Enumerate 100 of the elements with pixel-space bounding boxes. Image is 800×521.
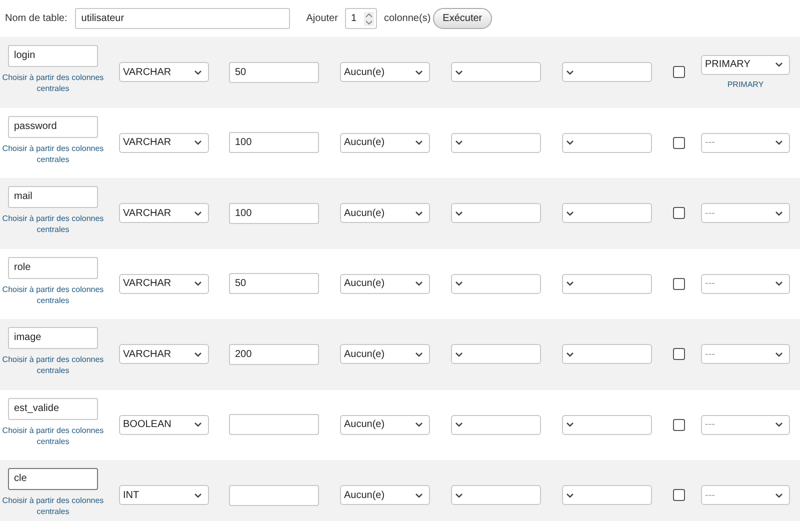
length-field[interactable]: 50 (229, 273, 319, 294)
attributes-dropdown[interactable] (562, 132, 652, 153)
length-field[interactable] (229, 414, 319, 436)
collation-dropdown[interactable] (451, 62, 541, 82)
central-columns-link[interactable]: Choisir à partir des colonnes centrales (0, 142, 106, 164)
central-columns-link[interactable]: Choisir à partir des colonnes centrales (0, 213, 106, 235)
collation-dropdown[interactable] (451, 203, 541, 224)
chevron-icon (194, 210, 202, 216)
table-name-label: Nom de table: (5, 13, 68, 24)
type-dropdown[interactable]: INT (119, 485, 209, 506)
length-field[interactable]: 50 (229, 62, 319, 83)
chevron-icon (566, 140, 574, 146)
collation-dropdown[interactable] (451, 344, 541, 364)
chevron-icon (775, 140, 783, 146)
type-dropdown[interactable]: VARCHAR (119, 344, 209, 364)
attributes-dropdown[interactable] (562, 414, 652, 435)
collation-dropdown[interactable] (451, 132, 541, 153)
chevron-icon (194, 422, 202, 428)
central-columns-link[interactable]: Choisir à partir des colonnes centrales (0, 495, 106, 517)
spinner-icon[interactable] (364, 12, 374, 26)
attributes-dropdown[interactable] (562, 274, 652, 294)
type-dropdown[interactable]: VARCHAR (119, 62, 209, 82)
chevron-icon (455, 210, 463, 216)
default-dropdown[interactable]: Aucun(e) (340, 203, 430, 224)
chevron-icon (415, 492, 423, 498)
null-checkbox[interactable] (673, 489, 685, 502)
chevron-icon (415, 210, 423, 216)
default-dropdown[interactable]: Aucun(e) (340, 485, 430, 506)
central-columns-link[interactable]: Choisir à partir des colonnes centrales (0, 72, 106, 94)
collation-dropdown[interactable] (451, 274, 541, 294)
chevron-icon (415, 352, 423, 357)
chevron-icon (194, 352, 202, 357)
chevron-icon (194, 492, 202, 498)
chevron-icon (566, 281, 574, 286)
chevron-icon (194, 281, 202, 286)
default-dropdown[interactable]: Aucun(e) (340, 62, 430, 82)
chevron-icon (775, 281, 783, 286)
attributes-dropdown[interactable] (562, 485, 652, 506)
length-field[interactable]: 100 (229, 202, 319, 224)
chevron-icon (775, 352, 783, 357)
central-columns-link[interactable]: Choisir à partir des colonnes centrales (0, 354, 106, 376)
chevron-icon (455, 352, 463, 357)
type-dropdown[interactable]: VARCHAR (119, 274, 209, 294)
null-checkbox[interactable] (673, 136, 685, 149)
table-name-field[interactable]: utilisateur (75, 8, 290, 29)
chevron-icon (775, 492, 783, 498)
null-checkbox[interactable] (673, 207, 685, 220)
column-name-field[interactable]: image (8, 327, 98, 349)
index-dropdown[interactable]: PRIMARY (701, 54, 790, 75)
chevron-icon (415, 281, 423, 286)
column-name-field[interactable]: password (8, 116, 98, 138)
collation-dropdown[interactable] (451, 485, 541, 506)
column-name-field[interactable]: login (8, 45, 98, 67)
type-dropdown[interactable]: VARCHAR (119, 203, 209, 224)
null-checkbox[interactable] (673, 418, 685, 431)
index-link[interactable]: PRIMARY (727, 78, 764, 90)
column-name-field[interactable]: mail (8, 186, 98, 208)
column-count-field[interactable]: 1 (344, 8, 377, 29)
null-checkbox[interactable] (673, 348, 685, 360)
chevron-icon (455, 422, 463, 428)
execute-button[interactable]: Exécuter (432, 8, 492, 29)
collation-dropdown[interactable] (451, 414, 541, 435)
column-name-field[interactable]: role (8, 256, 98, 278)
columns-label: colonne(s) (384, 13, 431, 24)
chevron-icon (455, 70, 463, 75)
attributes-dropdown[interactable] (562, 203, 652, 224)
chevron-icon (415, 422, 423, 428)
chevron-icon (566, 352, 574, 357)
chevron-icon (566, 422, 574, 428)
default-dropdown[interactable]: Aucun(e) (340, 274, 430, 294)
null-checkbox[interactable] (673, 66, 685, 78)
length-field[interactable] (229, 484, 319, 506)
attributes-dropdown[interactable] (562, 344, 652, 364)
default-dropdown[interactable]: Aucun(e) (340, 132, 430, 153)
chevron-icon (566, 492, 574, 498)
chevron-icon (775, 422, 783, 428)
null-checkbox[interactable] (673, 278, 685, 290)
length-field[interactable]: 100 (229, 132, 319, 154)
chevron-icon (415, 140, 423, 146)
chevron-icon (455, 140, 463, 146)
chevron-icon (455, 281, 463, 286)
chevron-icon (566, 210, 574, 216)
type-dropdown[interactable]: BOOLEAN (119, 414, 209, 435)
central-columns-link[interactable]: Choisir à partir des colonnes centrales (0, 284, 106, 306)
chevron-icon (455, 492, 463, 498)
default-dropdown[interactable]: Aucun(e) (340, 344, 430, 364)
column-name-field[interactable]: cle (8, 468, 98, 490)
chevron-icon (194, 140, 202, 146)
type-dropdown[interactable]: VARCHAR (119, 132, 209, 153)
column-name-field[interactable]: est_valide (8, 398, 98, 420)
chevron-icon (775, 62, 783, 68)
add-label: Ajouter (306, 13, 338, 24)
attributes-dropdown[interactable] (562, 62, 652, 82)
central-columns-link[interactable]: Choisir à partir des colonnes centrales (0, 424, 106, 446)
chevron-icon (415, 70, 423, 75)
chevron-icon (775, 210, 783, 216)
length-field[interactable]: 200 (229, 344, 319, 365)
chevron-icon (194, 70, 202, 75)
chevron-icon (566, 70, 574, 75)
default-dropdown[interactable]: Aucun(e) (340, 414, 430, 435)
